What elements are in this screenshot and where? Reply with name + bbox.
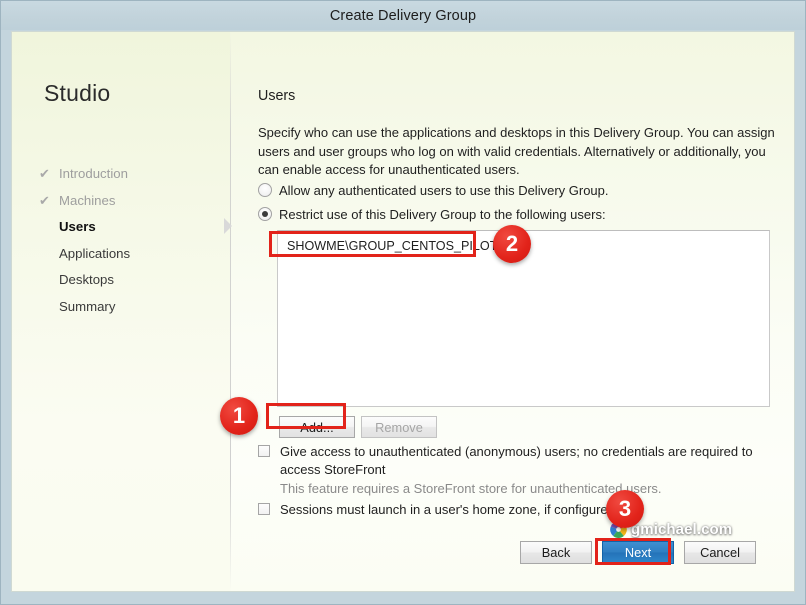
checkbox-icon <box>258 503 270 515</box>
sidebar-item-machines[interactable]: ✔ Machines <box>37 190 222 211</box>
radio-selected-icon <box>258 207 272 221</box>
annotation-badge-2: 2 <box>493 225 531 263</box>
sidebar-item-applications[interactable]: Applications <box>37 243 222 264</box>
annotation-badge-3: 3 <box>606 490 644 528</box>
sidebar-item-summary[interactable]: Summary <box>37 296 222 317</box>
back-button[interactable]: Back <box>520 541 592 564</box>
wizard-sidebar: Studio ✔ Introduction ✔ Machines Users A… <box>12 32 230 591</box>
radio-icon <box>258 183 272 197</box>
wizard-step-list: ✔ Introduction ✔ Machines Users Applicat… <box>37 163 222 322</box>
sidebar-item-desktops[interactable]: Desktops <box>37 269 222 290</box>
checkbox-home-zone[interactable]: Sessions must launch in a user's home zo… <box>258 501 778 519</box>
sidebar-item-label: Applications <box>59 245 131 261</box>
checkmark-icon: ✔ <box>39 192 50 208</box>
sidebar-item-label: Users <box>59 219 96 234</box>
window-title: Create Delivery Group <box>329 7 477 24</box>
checkmark-icon: ✔ <box>39 166 50 181</box>
remove-button[interactable]: Remove <box>361 416 437 438</box>
studio-brand-title: Studio <box>44 80 111 106</box>
radio-label: Allow any authenticated users to use thi… <box>279 183 609 198</box>
sidebar-item-label: Desktops <box>59 272 114 287</box>
window-titlebar: Create Delivery Group <box>1 1 805 30</box>
wizard-footer: Back Next Cancel <box>12 541 794 565</box>
sidebar-item-introduction[interactable]: ✔ Introduction <box>37 163 222 184</box>
radio-label: Restrict use of this Delivery Group to t… <box>279 207 606 222</box>
page-title: Users <box>258 88 296 104</box>
watermark-text: gmichael.com <box>631 520 733 538</box>
radio-allow-authenticated[interactable]: Allow any authenticated users to use thi… <box>258 183 609 198</box>
sidebar-item-label: Introduction <box>59 166 128 181</box>
checkbox-icon <box>258 445 270 457</box>
sidebar-item-users[interactable]: Users <box>37 216 222 237</box>
window-body: Studio ✔ Introduction ✔ Machines Users A… <box>11 31 795 592</box>
checkbox-label: Sessions must launch in a user's home zo… <box>280 502 619 517</box>
user-list-item[interactable]: SHOWME\GROUP_CENTOS_PILOT <box>287 239 497 253</box>
page-description: Specify who can use the applications and… <box>258 125 775 177</box>
wizard-content-pane: Users Specify who can use the applicatio… <box>231 32 794 591</box>
cancel-button[interactable]: Cancel <box>684 541 756 564</box>
checkbox-label: Give access to unauthenticated (anonymou… <box>280 444 753 477</box>
checkbox-unauthenticated-access[interactable]: Give access to unauthenticated (anonymou… <box>258 443 778 497</box>
sidebar-item-label: Machines <box>59 192 116 208</box>
annotation-badge-1: 1 <box>220 397 258 435</box>
checkbox-sublabel: This feature requires a StoreFront store… <box>280 481 662 496</box>
add-button[interactable]: Add... <box>279 416 355 438</box>
radio-restrict-users[interactable]: Restrict use of this Delivery Group to t… <box>258 207 606 222</box>
next-button[interactable]: Next <box>602 541 674 564</box>
create-delivery-group-window: Create Delivery Group Studio ✔ Introduct… <box>0 0 806 605</box>
sidebar-item-label: Summary <box>59 298 116 314</box>
